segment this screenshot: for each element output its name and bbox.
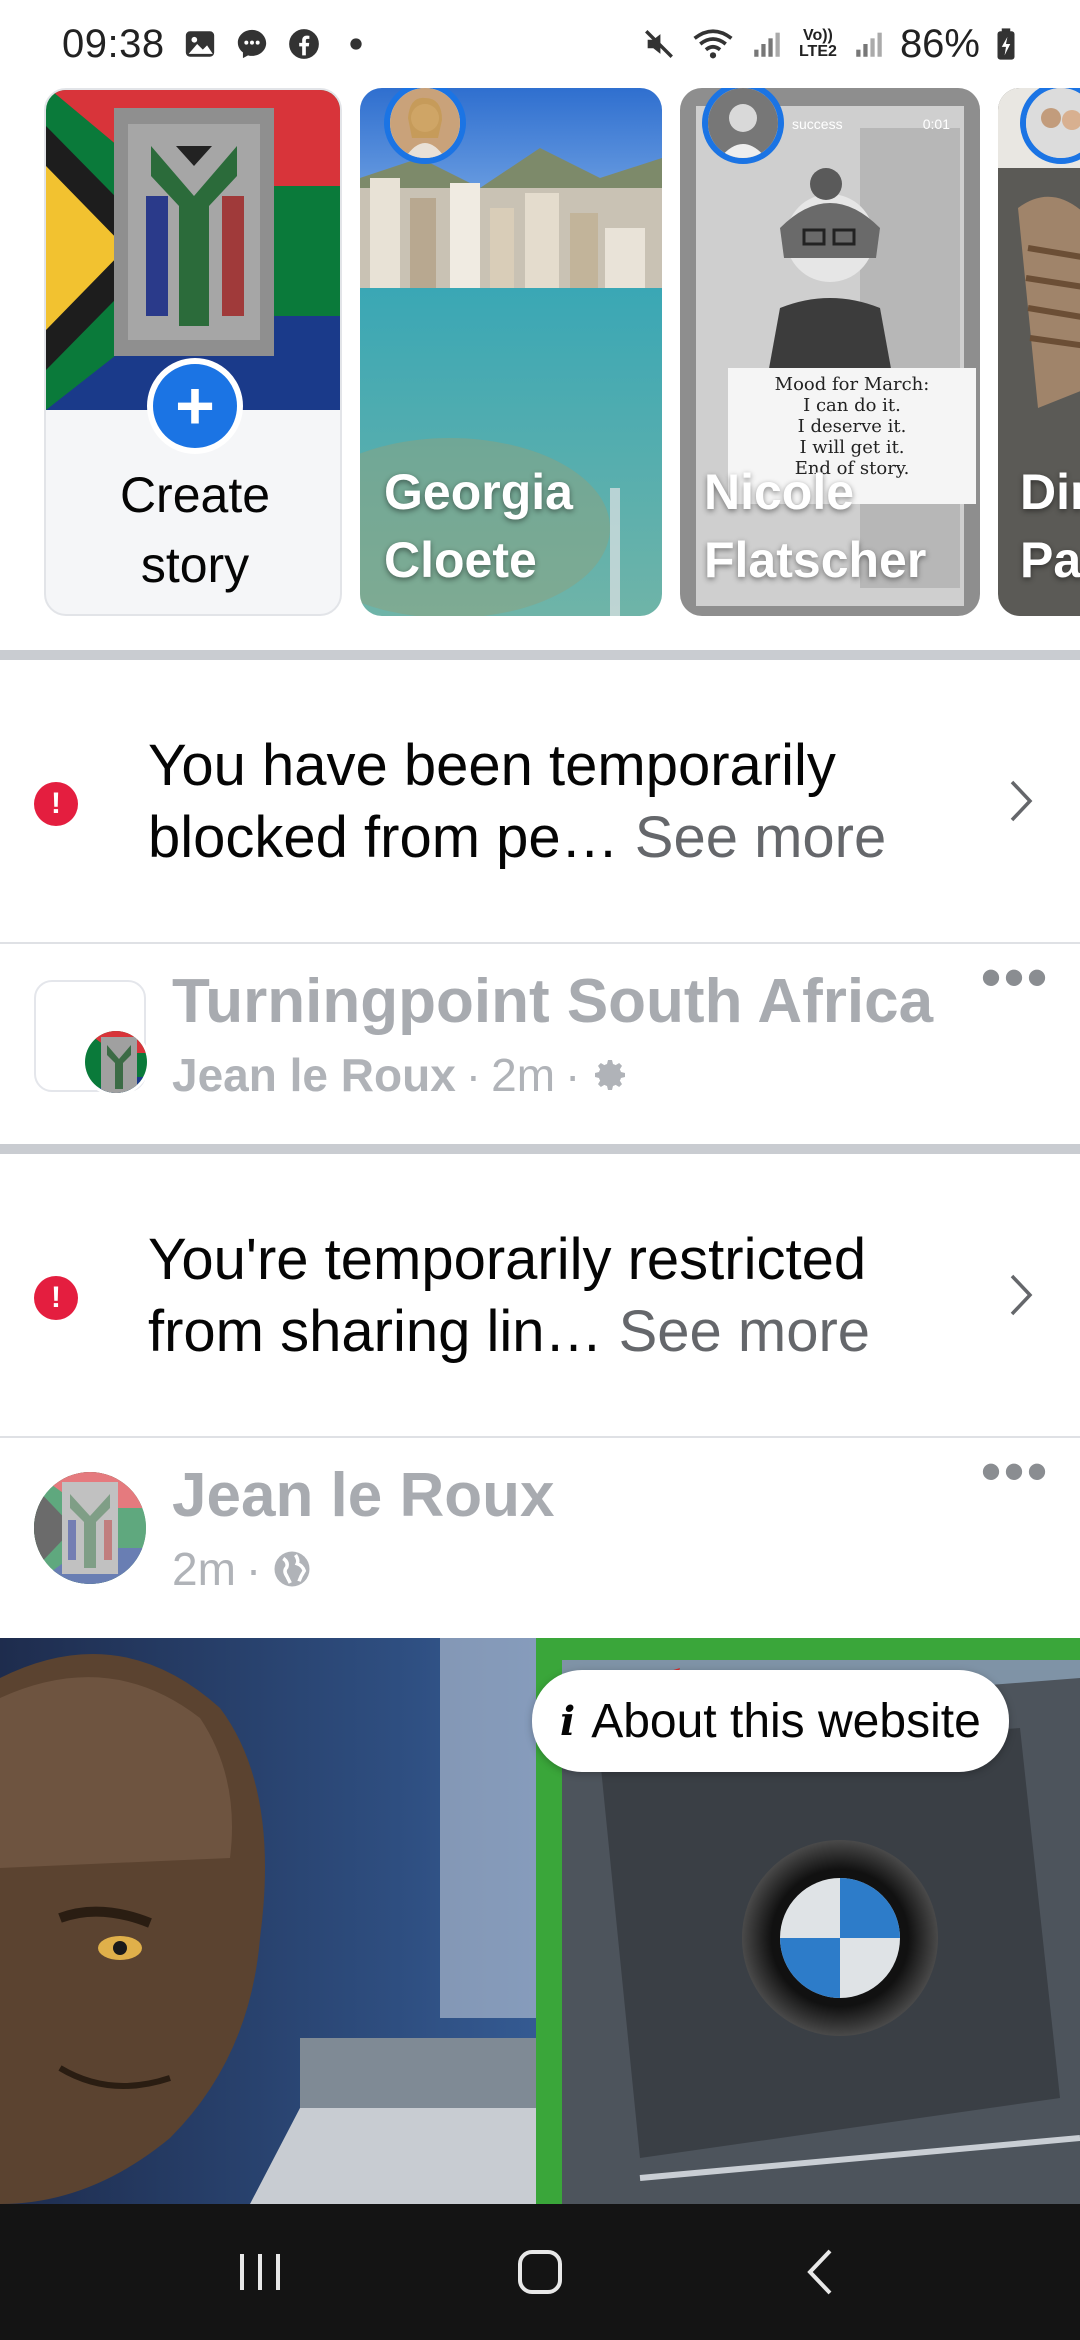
meta-separator: · bbox=[565, 1049, 581, 1101]
about-this-website-button[interactable]: i About this website bbox=[532, 1670, 1009, 1772]
dot-icon bbox=[349, 38, 362, 50]
back-icon bbox=[807, 2249, 832, 2295]
plus-icon[interactable]: + bbox=[147, 358, 243, 454]
story-top-small: success bbox=[792, 116, 843, 132]
info-icon: i bbox=[560, 1697, 576, 1745]
quote-line: I will get it. bbox=[799, 437, 905, 458]
notice-text: You're temporarily restricted from shari… bbox=[148, 1224, 968, 1368]
more-options-icon[interactable]: ••• bbox=[980, 1442, 1050, 1502]
see-more-link[interactable]: See more bbox=[635, 805, 886, 870]
author-avatar[interactable] bbox=[34, 1472, 146, 1584]
status-right: Vo)) LTE2 86% bbox=[642, 22, 1018, 67]
home-button[interactable] bbox=[500, 2242, 580, 2302]
story-card-georgia[interactable]: Georgia Cloete bbox=[360, 88, 662, 616]
meta-separator: · bbox=[465, 1049, 482, 1101]
author-name[interactable]: Jean le Roux bbox=[172, 1460, 554, 1531]
gear-icon bbox=[595, 1060, 626, 1090]
author-avatar-small[interactable] bbox=[82, 1028, 150, 1096]
story-name-line1: Georgia bbox=[384, 464, 573, 520]
story-card-nicole[interactable]: success 0:01 Mood for March: I can do it… bbox=[680, 88, 980, 616]
create-story-label-line2: story bbox=[140, 537, 250, 593]
messenger-icon bbox=[237, 29, 266, 59]
alert-icon: ! bbox=[34, 1276, 78, 1320]
story-name: Georgia Cloete bbox=[384, 458, 573, 594]
status-time: 09:38 bbox=[62, 21, 165, 66]
globe-icon bbox=[274, 1551, 310, 1587]
user-post-meta: 2m · bbox=[172, 1542, 313, 1596]
group-post-meta: Jean le Roux · 2m · bbox=[172, 1048, 630, 1102]
create-story-label: Create story bbox=[46, 460, 340, 600]
more-options-icon[interactable]: ••• bbox=[980, 948, 1050, 1008]
post-time[interactable]: 2m bbox=[491, 1048, 555, 1102]
chevron-right-icon bbox=[1010, 780, 1033, 822]
section-divider bbox=[0, 1144, 1080, 1154]
quote-title: Mood for March: bbox=[774, 374, 930, 395]
story-name-line2: Cloete bbox=[384, 532, 537, 588]
user-post-header: Jean le Roux 2m · ••• bbox=[0, 1438, 1080, 1638]
meta-separator: · bbox=[245, 1543, 262, 1595]
home-icon bbox=[518, 2250, 562, 2294]
restriction-notice[interactable]: ! You're temporarily restricted from sha… bbox=[0, 1154, 1080, 1436]
create-story-label-line1: Create bbox=[119, 467, 271, 523]
gallery-icon bbox=[185, 31, 214, 57]
battery-icon bbox=[997, 28, 1015, 60]
story-name-line2: Flatscher bbox=[704, 532, 927, 588]
story-name: Dir Pa bbox=[1020, 458, 1080, 594]
signal-icon bbox=[754, 32, 780, 57]
recent-apps-icon bbox=[240, 2254, 280, 2290]
quote-line: I can do it. bbox=[803, 395, 901, 416]
quote-line: I deserve it. bbox=[797, 416, 907, 437]
about-this-website-label: About this website bbox=[591, 1694, 981, 1748]
group-post-header: Turningpoint South Africa Jean le Roux ·… bbox=[0, 944, 1080, 1144]
create-story-card[interactable]: + Create story bbox=[44, 88, 342, 616]
story-name-line1: Nicole bbox=[704, 464, 855, 520]
post-time[interactable]: 2m bbox=[172, 1542, 236, 1596]
story-timer: 0:01 bbox=[922, 116, 950, 132]
story-name: Nicole Flatscher bbox=[704, 458, 926, 594]
status-left: 09:38 bbox=[62, 22, 373, 67]
battery-percent: 86% bbox=[899, 21, 980, 66]
mute-icon bbox=[644, 30, 673, 58]
section-divider bbox=[0, 650, 1080, 660]
alert-icon: ! bbox=[34, 782, 78, 826]
recent-apps-button[interactable] bbox=[220, 2242, 300, 2302]
back-button[interactable] bbox=[780, 2242, 860, 2302]
group-name[interactable]: Turningpoint South Africa bbox=[172, 966, 933, 1037]
see-more-link[interactable]: See more bbox=[619, 1299, 870, 1364]
network-label: Vo)) LTE2 bbox=[798, 27, 837, 60]
status-bar: 09:38 Vo)) LTE2 86% bbox=[0, 0, 1080, 88]
chevron-right-icon bbox=[1010, 1274, 1033, 1316]
stories-tray: + Create story Georgia Cloete success 0:… bbox=[0, 88, 1080, 628]
signal-icon-2 bbox=[856, 32, 882, 57]
block-notice[interactable]: ! You have been temporarily blocked from… bbox=[0, 660, 1080, 942]
facebook-icon bbox=[288, 29, 319, 59]
author-name[interactable]: Jean le Roux bbox=[172, 1048, 456, 1102]
story-name-line1: Dir bbox=[1020, 464, 1080, 520]
story-card-partial[interactable]: Dir Pa bbox=[998, 88, 1080, 616]
wifi-icon bbox=[693, 29, 733, 59]
notice-text: You have been temporarily blocked from p… bbox=[148, 730, 968, 874]
system-nav-bar bbox=[0, 2204, 1080, 2340]
story-name-line2: Pa bbox=[1020, 532, 1080, 588]
